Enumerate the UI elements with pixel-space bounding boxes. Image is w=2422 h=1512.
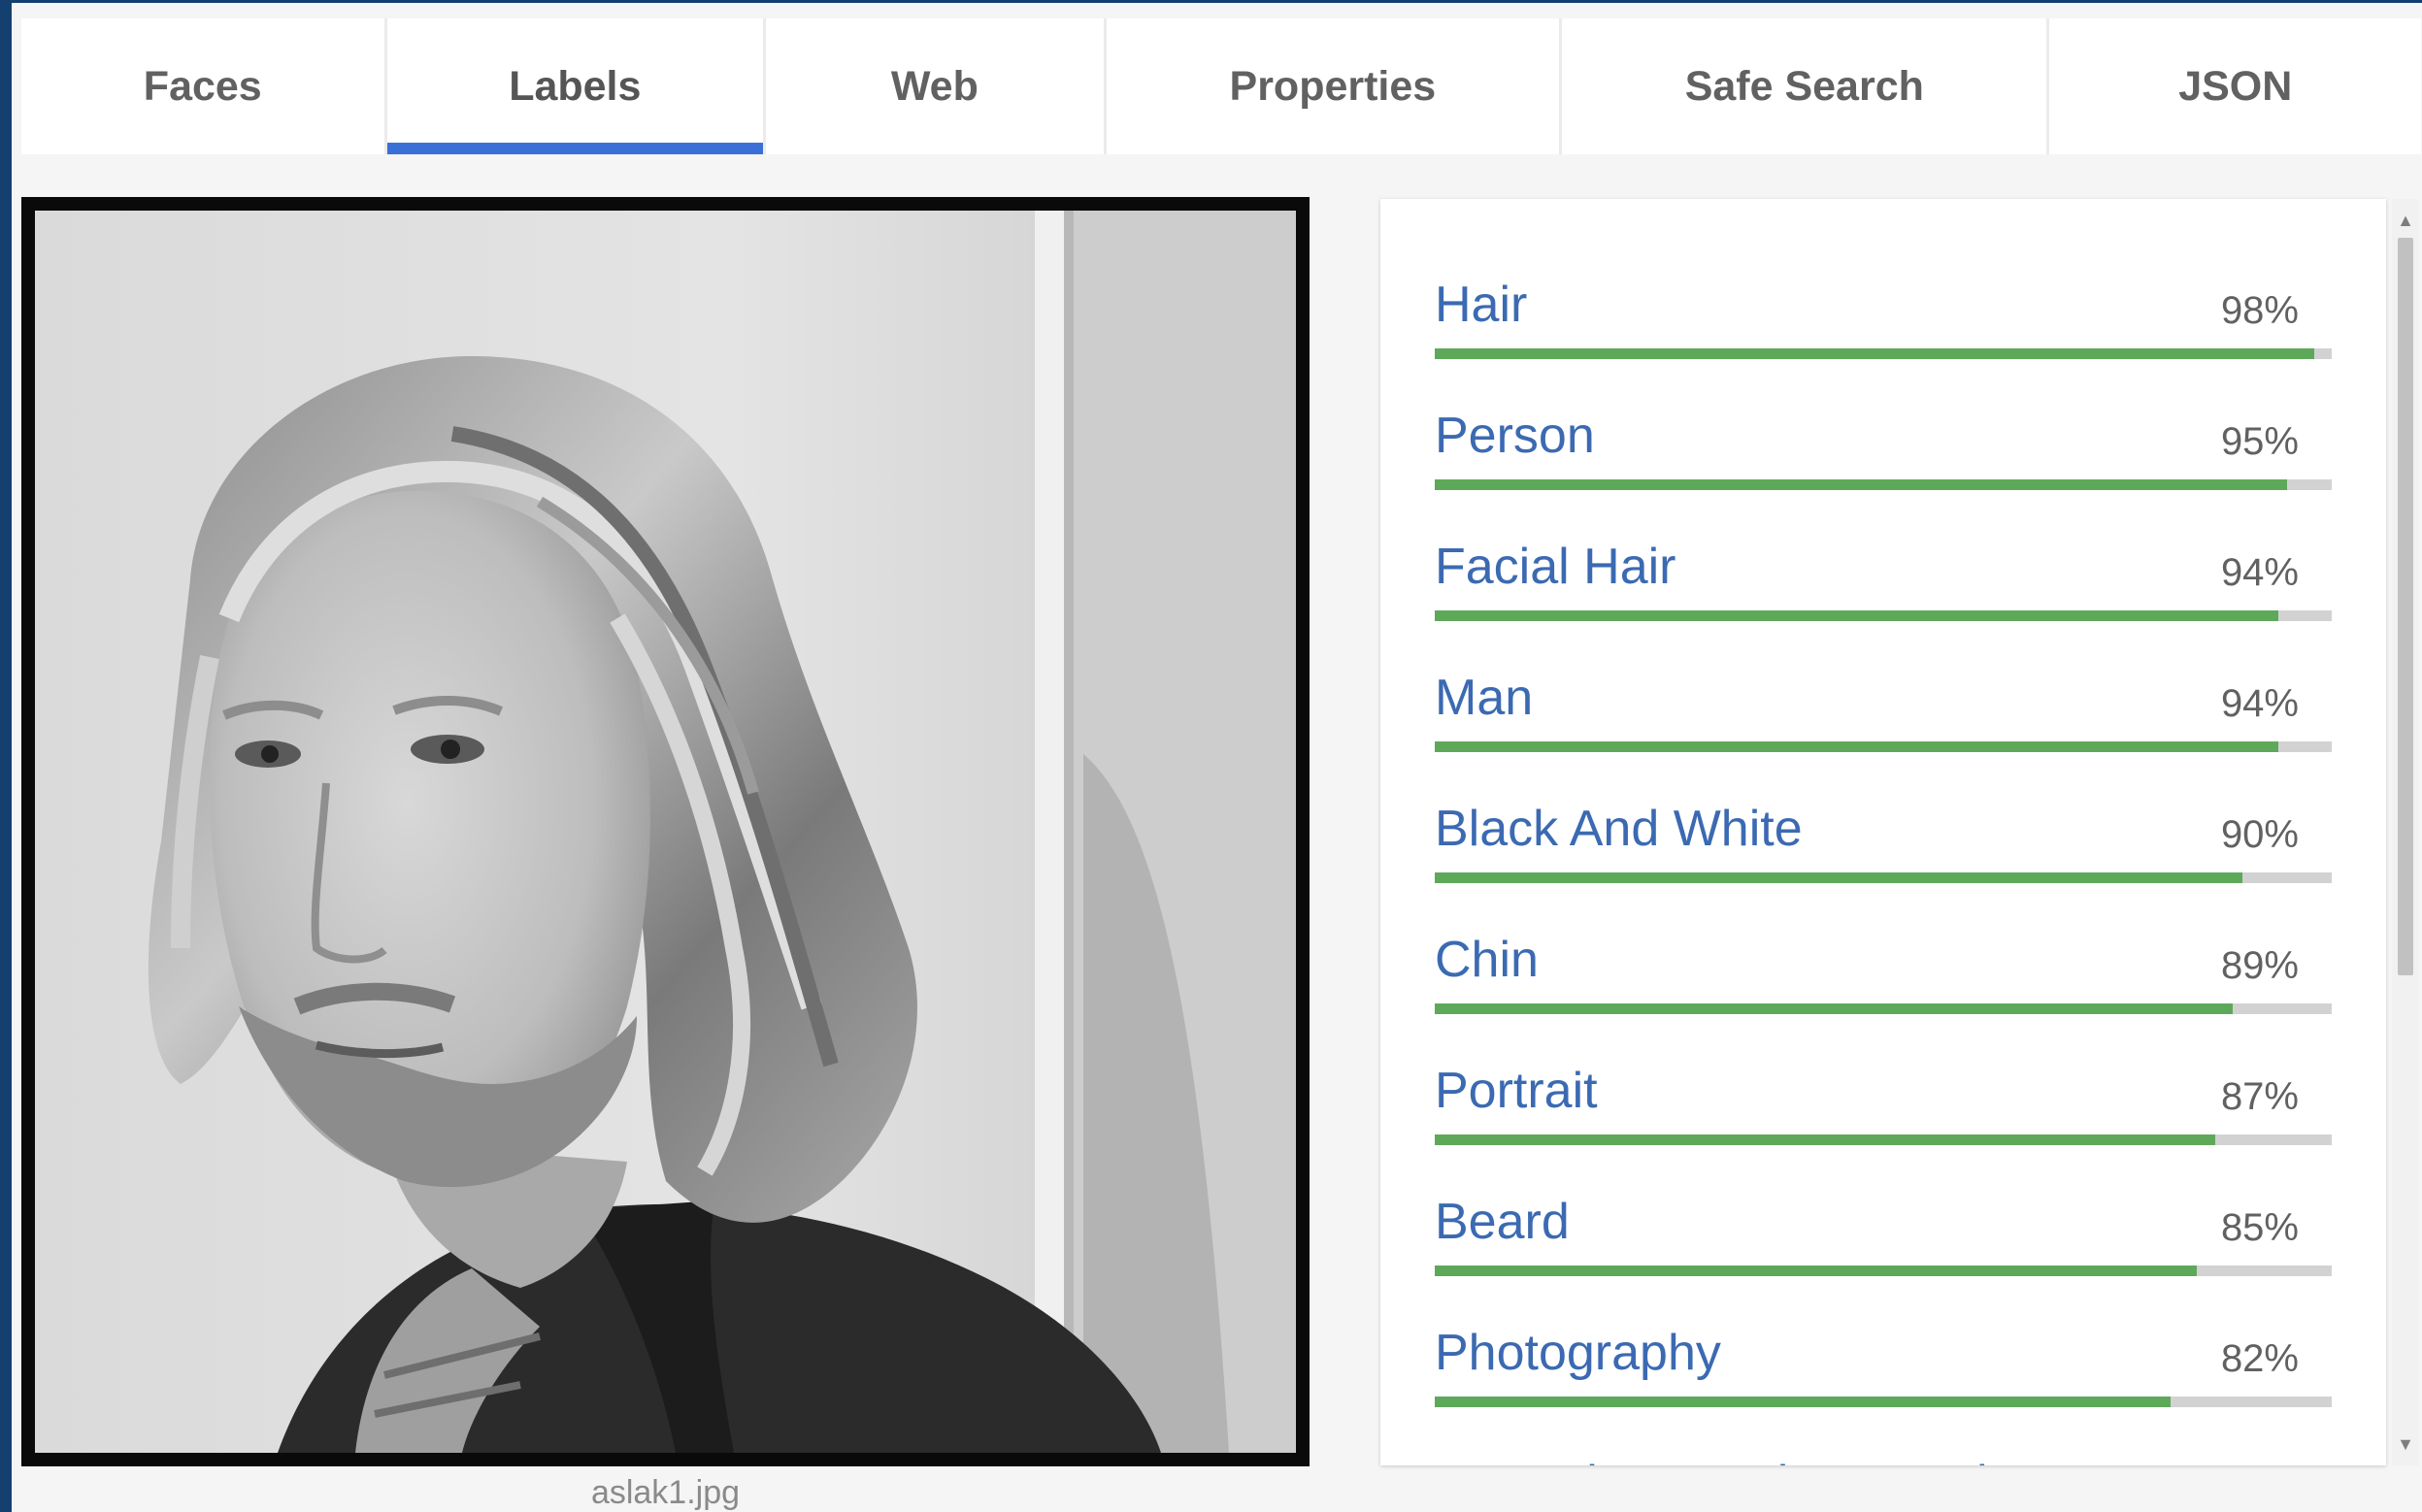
confidence-bar-fill	[1435, 348, 2314, 359]
confidence-bar-track	[1435, 1134, 2332, 1145]
tab-json[interactable]: JSON	[2049, 18, 2422, 154]
vision-results-app: Faces Labels Web Properties Safe Search …	[12, 3, 2422, 1512]
label-row-person: Person 95%	[1435, 406, 2332, 537]
image-preview-frame	[21, 197, 1310, 1466]
label-score: 90%	[2220, 813, 2299, 856]
label-name[interactable]: Person	[1435, 406, 1595, 466]
label-row-black-and-white: Black And White 90%	[1435, 799, 2332, 930]
confidence-bar-fill	[1435, 1134, 2215, 1145]
tab-web-label: Web	[890, 62, 979, 110]
label-name[interactable]: Portrait	[1435, 1061, 1598, 1121]
image-filename-caption: aslak1.jpg	[590, 1474, 741, 1511]
confidence-bar-fill	[1435, 1397, 2171, 1407]
confidence-bar-track	[1435, 741, 2332, 752]
tab-faces[interactable]: Faces	[21, 18, 384, 154]
confidence-bar-fill	[1435, 1003, 2234, 1014]
confidence-bar-track	[1435, 872, 2332, 883]
confidence-bar-track	[1435, 1003, 2332, 1014]
label-score: 94%	[2220, 682, 2299, 725]
label-name[interactable]: Black And White	[1435, 799, 1803, 859]
tab-properties-indicator	[1107, 143, 1559, 154]
label-score: 89%	[2220, 944, 2299, 987]
tab-faces-indicator	[21, 143, 384, 154]
label-row-beard: Beard 85%	[1435, 1192, 2332, 1323]
label-row-photography: Photography 82%	[1435, 1323, 2332, 1454]
result-tabs: Faces Labels Web Properties Safe Search …	[21, 18, 2422, 154]
tab-safe-search-indicator	[1562, 143, 2046, 154]
tab-safe-search-label: Safe Search	[1684, 62, 1924, 110]
triangle-down-icon[interactable]: ▼	[2392, 1427, 2419, 1462]
tab-labels-label: Labels	[509, 62, 642, 110]
label-row-man: Man 94%	[1435, 668, 2332, 799]
tab-json-indicator	[2049, 143, 2421, 154]
label-name[interactable]: Hair	[1435, 275, 1527, 335]
label-score: 87%	[2220, 1075, 2299, 1118]
analyzed-photo	[35, 211, 1296, 1453]
label-row-chin: Chin 89%	[1435, 930, 2332, 1061]
portrait-photo-graphic	[35, 211, 1296, 1453]
label-name[interactable]: Photography	[1435, 1323, 1721, 1383]
label-row-hair: Hair 98%	[1435, 275, 2332, 406]
confidence-bar-track	[1435, 610, 2332, 621]
label-row-monochrome-photography: Monochrome Photography	[1435, 1454, 2332, 1465]
triangle-up-icon[interactable]: ▲	[2392, 203, 2419, 238]
label-row-facial-hair: Facial Hair 94%	[1435, 537, 2332, 668]
tab-web-indicator	[766, 143, 1104, 154]
label-name[interactable]: Facial Hair	[1435, 537, 1676, 597]
label-score: 82%	[2220, 1337, 2299, 1380]
label-row-portrait: Portrait 87%	[1435, 1061, 2332, 1192]
confidence-bar-fill	[1435, 479, 2287, 490]
label-score: 98%	[2220, 289, 2299, 332]
tab-labels[interactable]: Labels	[386, 18, 764, 154]
confidence-bar-fill	[1435, 1265, 2198, 1276]
label-name[interactable]: Chin	[1435, 930, 1539, 990]
label-score: 85%	[2220, 1206, 2299, 1249]
confidence-bar-track	[1435, 1265, 2332, 1276]
confidence-bar-track	[1435, 1397, 2332, 1407]
tab-properties-label: Properties	[1229, 62, 1437, 110]
label-score: 95%	[2220, 420, 2299, 463]
tab-labels-indicator	[386, 143, 764, 154]
tab-faces-label: Faces	[143, 62, 262, 110]
tab-web[interactable]: Web	[766, 18, 1104, 154]
labels-scrollbar[interactable]: ▲ ▼	[2392, 199, 2419, 1465]
confidence-bar-track	[1435, 479, 2332, 490]
label-score: 94%	[2220, 551, 2299, 594]
labels-list-panel: Hair 98% Person 95% Facial Hair 94% Man …	[1380, 199, 2386, 1465]
label-name[interactable]: Beard	[1435, 1192, 1570, 1252]
tab-json-label: JSON	[2178, 62, 2293, 110]
confidence-bar-fill	[1435, 610, 2278, 621]
confidence-bar-fill	[1435, 872, 2242, 883]
confidence-bar-track	[1435, 348, 2332, 359]
tab-safe-search[interactable]: Safe Search	[1562, 18, 2047, 154]
tab-properties[interactable]: Properties	[1106, 18, 1560, 154]
scrollbar-thumb[interactable]	[2398, 238, 2413, 975]
label-name[interactable]: Man	[1435, 668, 1533, 728]
label-name[interactable]: Monochrome Photography	[1435, 1454, 2030, 1465]
confidence-bar-fill	[1435, 741, 2278, 752]
